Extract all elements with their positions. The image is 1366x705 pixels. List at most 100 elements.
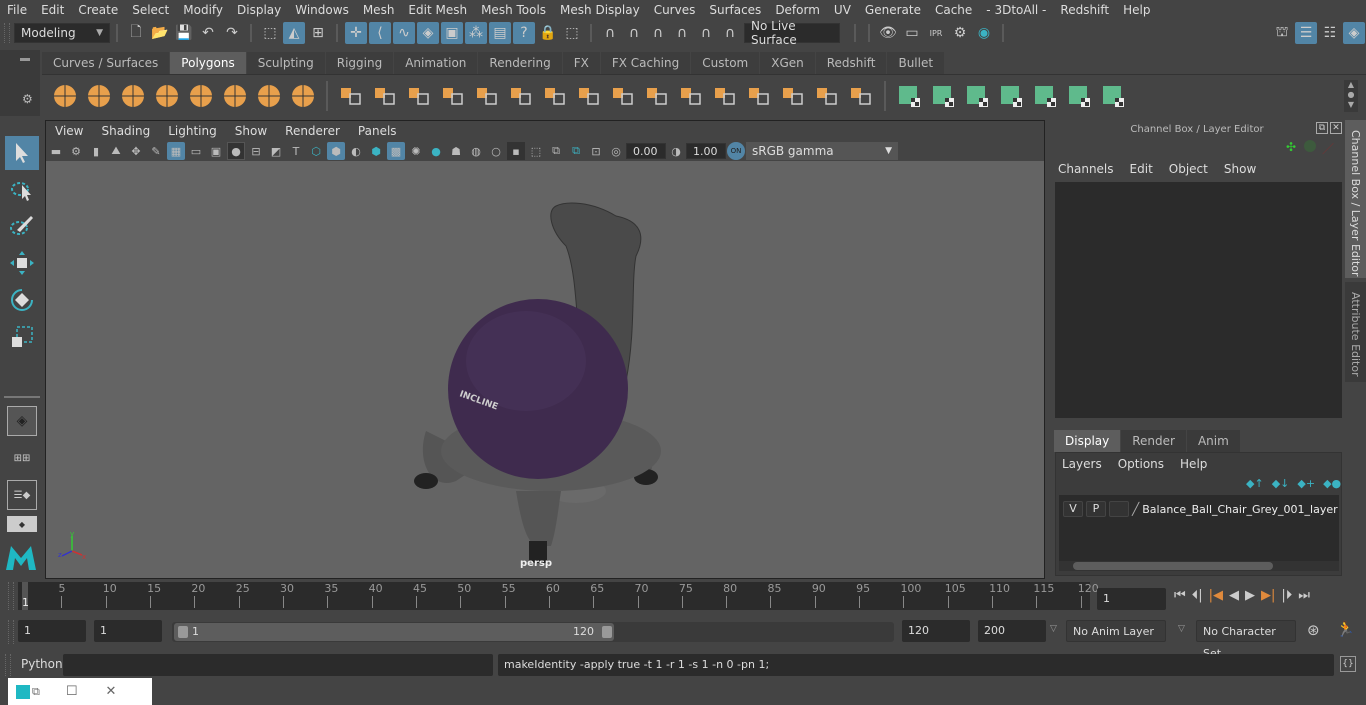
bookmark-icon[interactable]: ▮	[87, 142, 105, 160]
image-plane-icon[interactable]: ⛰	[107, 142, 125, 160]
tool-settings-icon[interactable]: ☷	[1319, 22, 1341, 44]
new-layer-icon[interactable]: ◆+	[1297, 477, 1315, 490]
viewport-menu-lighting[interactable]: Lighting	[159, 124, 226, 138]
select-hierarchy-icon[interactable]: ⬚	[259, 22, 281, 44]
select-lock-icon[interactable]: ⬚	[561, 22, 583, 44]
extrude-icon[interactable]	[608, 81, 638, 111]
slow-icon[interactable]: ／	[1322, 140, 1334, 157]
cleanup-icon[interactable]	[472, 81, 502, 111]
script-editor-icon[interactable]: {}	[1340, 656, 1356, 672]
poly-sphere-icon[interactable]	[50, 81, 80, 111]
uv-spherical-icon[interactable]	[962, 81, 992, 111]
field-chart-icon[interactable]: ⊟	[247, 142, 265, 160]
shelf-menu-icon[interactable]	[20, 58, 30, 61]
layer-name[interactable]: Balance_Ball_Chair_Grey_001_layer	[1142, 503, 1337, 516]
uv-layout-icon[interactable]	[1098, 81, 1128, 111]
move-layer-down-icon[interactable]: ◆↓	[1272, 477, 1290, 490]
merge-icon[interactable]	[778, 81, 808, 111]
shelf-tab-rendering[interactable]: Rendering	[478, 52, 562, 74]
channel-box-area[interactable]	[1055, 182, 1342, 418]
menu-deform[interactable]: Deform	[768, 3, 827, 17]
shelf-tab-xgen[interactable]: XGen	[760, 52, 815, 74]
grid-icon[interactable]: ▦	[167, 142, 185, 160]
poly-pyramid-icon[interactable]	[254, 81, 284, 111]
snap-grid-icon[interactable]: ✛	[345, 22, 367, 44]
magnet-curve-icon[interactable]: ∩	[623, 22, 645, 44]
animation-preferences-icon[interactable]: 🏃	[1336, 620, 1355, 638]
go-to-end-icon[interactable]: ⏭	[1298, 588, 1310, 603]
gamma-field[interactable]: 1.00	[686, 143, 726, 159]
camera-attributes-icon[interactable]: ⚙	[67, 142, 85, 160]
playback-toggle[interactable]: P	[1086, 501, 1106, 517]
uv-unfold-icon[interactable]	[1030, 81, 1060, 111]
grip-handle[interactable]	[5, 654, 11, 676]
anim-layer-dropdown[interactable]: No Anim Layer	[1066, 620, 1166, 642]
magnet-view-icon[interactable]: ∩	[671, 22, 693, 44]
multi-cut-icon[interactable]	[574, 81, 604, 111]
offset-edge-loop-icon[interactable]	[676, 81, 706, 111]
hypershade-icon[interactable]: ◉	[973, 22, 995, 44]
render-settings-icon[interactable]: ⚙	[949, 22, 971, 44]
ipr-render-icon[interactable]: IPR	[925, 22, 947, 44]
layer-color-swatch[interactable]: ╱	[1132, 502, 1139, 516]
layer-row[interactable]: V P ╱ Balance_Ball_Chair_Grey_001_layer	[1059, 499, 1339, 519]
poly-cone-icon[interactable]	[152, 81, 182, 111]
menu-windows[interactable]: Windows	[288, 3, 356, 17]
step-back-key-icon[interactable]: |◀	[1209, 588, 1223, 603]
channel-box-side-tab[interactable]: Channel Box / Layer Editor	[1345, 120, 1366, 278]
magnet-live-icon[interactable]: ∩	[719, 22, 741, 44]
textured-icon[interactable]: ▩	[387, 142, 405, 160]
menu-mesh-tools[interactable]: Mesh Tools	[474, 3, 553, 17]
shelf-tab-rigging[interactable]: Rigging	[325, 52, 394, 74]
grip-handle[interactable]	[8, 582, 14, 610]
paint-select-tool-icon[interactable]	[5, 208, 39, 242]
lasso-tool-icon[interactable]	[5, 173, 39, 207]
single-pane-layout-icon[interactable]: ◈	[7, 406, 37, 436]
rotate-tool-icon[interactable]	[5, 283, 39, 317]
playback-end-field[interactable]: 120	[902, 620, 970, 642]
magnet-surface-icon[interactable]: ∩	[695, 22, 717, 44]
workspace-dropdown[interactable]: Modeling ▼	[14, 23, 110, 43]
maya-logo-icon[interactable]	[4, 540, 38, 574]
layer-menu-options[interactable]: Options	[1118, 457, 1164, 471]
snap-curve-icon[interactable]: ⟨	[369, 22, 391, 44]
menu-display[interactable]: Display	[230, 3, 288, 17]
shelf-tab-redshift[interactable]: Redshift	[815, 52, 887, 74]
exposure-icon[interactable]: ◎	[607, 142, 625, 160]
start-time-field[interactable]: 1	[18, 620, 86, 642]
close-icon[interactable]: ✕	[106, 684, 117, 699]
current-frame-field[interactable]: 1	[1097, 588, 1166, 610]
channel-box-toggle-icon[interactable]: ◈	[1343, 22, 1365, 44]
mirror-icon[interactable]	[846, 81, 876, 111]
snap-point-icon[interactable]: ∿	[393, 22, 415, 44]
safe-title-icon[interactable]: T	[287, 142, 305, 160]
shelf-tab-custom[interactable]: Custom	[691, 52, 760, 74]
persp-graph-layout-icon[interactable]: ◆	[7, 516, 37, 532]
attribute-editor-toggle-icon[interactable]: ☰	[1295, 22, 1317, 44]
layer-list-scrollbar[interactable]	[1059, 561, 1339, 571]
3d-viewport[interactable]: INCLINE persp y x z	[46, 161, 1044, 578]
xray-icon[interactable]: ⧉	[547, 142, 565, 160]
range-end-handle[interactable]	[602, 626, 612, 638]
magnet-point-icon[interactable]: ∩	[647, 22, 669, 44]
grip-handle[interactable]	[8, 620, 14, 644]
menu-uv[interactable]: UV	[827, 3, 858, 17]
resolution-gate-icon[interactable]: ▣	[207, 142, 225, 160]
shelf-tab-curves-surfaces[interactable]: Curves / Surfaces	[42, 52, 170, 74]
bridge-icon[interactable]	[540, 81, 570, 111]
move-layer-up-icon[interactable]: ◆↑	[1246, 477, 1264, 490]
attribute-editor-side-tab[interactable]: Attribute Editor	[1345, 282, 1366, 382]
menu-mesh[interactable]: Mesh	[356, 3, 402, 17]
shadows-icon[interactable]: ●	[427, 142, 445, 160]
poly-plane-icon[interactable]	[186, 81, 216, 111]
move-tool-icon[interactable]	[5, 246, 39, 280]
anti-aliasing-icon[interactable]: ○	[487, 142, 505, 160]
render-sequence-icon[interactable]: ▭	[901, 22, 923, 44]
motion-blur-icon[interactable]: ◍	[467, 142, 485, 160]
end-time-field[interactable]: 200	[978, 620, 1046, 642]
menu-select[interactable]: Select	[125, 3, 176, 17]
select-component-icon[interactable]: ⊞	[307, 22, 329, 44]
grip-handle[interactable]	[4, 23, 10, 43]
close-panel-icon[interactable]: ✕	[1330, 122, 1342, 134]
step-back-frame-icon[interactable]: ⏴|	[1192, 588, 1203, 603]
